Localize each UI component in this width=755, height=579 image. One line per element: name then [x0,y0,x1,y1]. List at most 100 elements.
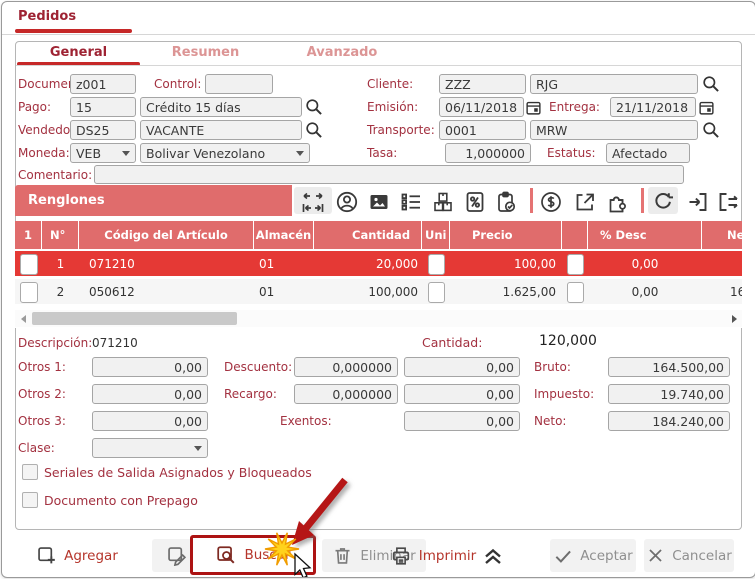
renglones-header: Renglones [15,185,292,216]
percent-doc-icon[interactable] [463,190,487,214]
otros1-field[interactable]: 0,00 [92,357,208,377]
prepago-checkbox[interactable] [22,492,38,508]
vendedor-code-field[interactable]: DS25 [70,120,136,140]
entrega-label: Entrega: [549,100,600,114]
export-icon[interactable] [716,190,740,214]
uni-button[interactable] [428,282,445,303]
edit-square-icon [166,545,187,566]
currency-dollar-icon[interactable] [539,190,563,214]
pago-label: Pago: [18,100,51,114]
scroll-right-button[interactable] [726,310,742,327]
emision-field[interactable]: 06/11/2018 [439,97,524,117]
clipboard-check-icon[interactable] [494,190,518,214]
col-header-almacen[interactable]: Almacén [254,221,314,249]
documento-field[interactable]: z001 [70,74,136,94]
transporte-search-icon[interactable] [701,120,725,144]
entrega-calendar-icon[interactable] [698,99,715,116]
pago-search-icon[interactable] [304,97,328,121]
tab-resumen[interactable]: Resumen [142,45,269,60]
vendedor-name-field[interactable]: VACANTE [140,120,302,140]
aceptar-label: Aceptar [580,548,632,564]
descuento-amount-field[interactable]: 0,00 [404,357,520,377]
row-select-checkbox[interactable] [20,282,38,303]
cliente-search-icon[interactable] [701,74,725,98]
tasa-field[interactable]: 1,000000 [445,143,531,163]
cancelar-button[interactable]: Cancelar [644,539,734,572]
comentario-label: Comentario: [18,168,92,182]
aceptar-button[interactable]: Aceptar [550,539,636,572]
cliente-code-field[interactable]: ZZZ [439,74,526,94]
scroll-left-button[interactable] [15,310,31,327]
moneda-code-value: VEB [76,146,101,161]
estatus-field[interactable]: Afectado [606,143,690,163]
cliente-name-field[interactable]: RJG [530,74,698,94]
col-header-precio[interactable]: Precio [450,221,562,249]
scrollbar-thumb[interactable] [32,312,237,325]
tabs-divider [16,65,741,66]
transporte-code-field[interactable]: 0001 [439,120,526,140]
printer-icon [390,545,412,567]
col-header-cantidad[interactable]: Cantidad [314,221,422,249]
clase-select[interactable] [92,438,208,458]
user-icon[interactable] [335,190,359,214]
uni-button[interactable] [428,254,445,275]
row-mini-button[interactable] [567,254,584,275]
impuesto-label: Impuesto: [534,387,594,401]
scroll-left-icon [21,315,26,323]
list-icon[interactable] [399,190,423,214]
exentos-field[interactable]: 0,00 [404,411,520,431]
plugin-puzzle-icon[interactable] [606,190,630,214]
col-header-sel[interactable]: 1 [15,221,42,249]
col-header-neto[interactable]: Neto [702,221,742,249]
vendedor-search-icon[interactable] [304,120,328,144]
bruto-field[interactable]: 164.500,00 [608,357,730,377]
recargo-pct-field[interactable]: 0,000000 [294,384,398,404]
moneda-code-select[interactable]: VEB [70,143,136,163]
col-header-uni[interactable]: Uni [422,221,450,249]
row-select-checkbox[interactable] [20,254,38,275]
table-row[interactable]: 1 071210 01 20,000 100,00 0,00 [15,251,742,276]
col-header-desc[interactable]: % Desc [588,221,702,249]
refresh-icon[interactable] [651,190,675,214]
otros3-field[interactable]: 0,00 [92,411,208,431]
seriales-checkbox[interactable] [22,464,38,480]
cell-desc: 0,00 [588,251,702,276]
tab-avanzado[interactable]: Avanzado [269,45,415,60]
descuento-pct-field[interactable]: 0,000000 [294,357,398,377]
cell-precio: 100,00 [450,251,556,276]
col-header-blank[interactable] [562,221,588,249]
emision-calendar-icon[interactable] [525,99,542,116]
close-icon [646,546,665,565]
toolbar-separator [641,188,644,213]
recargo-amount-field[interactable]: 0,00 [404,384,520,404]
expand-columns-icon[interactable] [301,190,325,214]
otros2-field[interactable]: 0,00 [92,384,208,404]
table-row[interactable]: 2 050612 01 100,000 1.625,00 0,00 162.50… [15,279,742,304]
transporte-name-field[interactable]: MRW [530,120,698,140]
buscar-button[interactable]: Buscar [190,535,316,575]
impuesto-field[interactable]: 19.740,00 [608,384,730,404]
entrega-field[interactable]: 21/11/2018 [610,97,696,117]
cell-almacen: 01 [254,251,314,276]
row-mini-button[interactable] [567,282,584,303]
collapse-chevrons-icon[interactable] [481,544,505,568]
agregar-button[interactable]: Agregar [27,539,127,572]
pago-name-field[interactable]: Crédito 15 días [140,97,302,117]
pago-code-field[interactable]: 15 [70,97,136,117]
comentario-field[interactable] [94,165,684,184]
neto-total-field[interactable]: 184.240,00 [608,411,730,431]
moneda-name-select[interactable]: Bolivar Venezolano [140,143,310,163]
external-link-icon[interactable] [573,190,597,214]
otros1-label: Otros 1: [18,360,66,374]
caret-down-icon [296,151,304,156]
import-icon[interactable] [686,190,710,214]
check-icon [553,546,573,566]
imprimir-button[interactable]: Imprimir [386,539,480,572]
control-field[interactable] [205,74,273,94]
col-header-codigo[interactable]: Código del Artículo [79,221,254,249]
tab-general[interactable]: General [15,45,142,60]
col-header-n[interactable]: N° [42,221,79,249]
image-icon[interactable] [367,190,391,214]
packages-icon[interactable] [431,190,455,214]
pedidos-window: Pedidos General Resumen Avanzado Documen… [1,1,755,578]
